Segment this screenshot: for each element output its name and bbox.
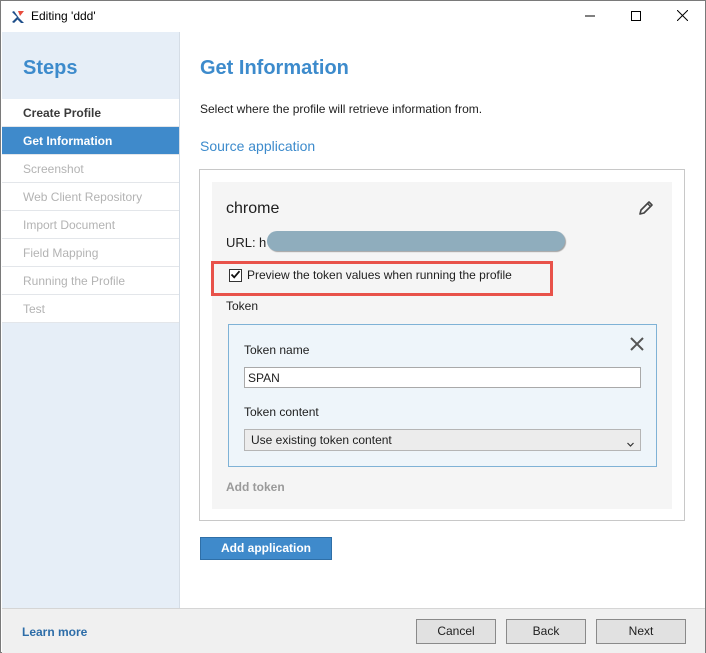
- token-name-label: Token name: [244, 343, 310, 357]
- step-get-information[interactable]: Get Information: [2, 127, 179, 155]
- url-redaction: [267, 231, 565, 251]
- url-label: URL:: [226, 235, 256, 250]
- maximize-button[interactable]: [613, 1, 659, 32]
- token-content-label: Token content: [244, 405, 319, 419]
- preview-token-checkbox[interactable]: [229, 269, 242, 282]
- source-application-box: chrome URL: h Preview the token values w…: [199, 169, 685, 521]
- step-screenshot: Screenshot: [2, 155, 179, 183]
- token-heading: Token: [226, 299, 259, 313]
- add-token-link[interactable]: Add token: [226, 480, 285, 494]
- window-title: Editing 'ddd': [31, 9, 96, 23]
- minimize-icon: [585, 10, 595, 24]
- application-name: chrome: [226, 200, 280, 217]
- preview-token-label[interactable]: Preview the token values when running th…: [247, 268, 512, 282]
- token-name-input[interactable]: [244, 367, 641, 388]
- step-list: Create Profile Get Information Screensho…: [2, 99, 179, 323]
- back-button[interactable]: Back: [506, 619, 586, 644]
- close-window-button[interactable]: [659, 1, 705, 32]
- minimize-button[interactable]: [567, 1, 613, 32]
- next-button[interactable]: Next: [596, 619, 686, 644]
- footer-bar: Learn more Cancel Back Next: [2, 608, 705, 653]
- checkmark-icon: [230, 269, 241, 283]
- step-running-the-profile: Running the Profile: [2, 267, 179, 295]
- application-card: chrome URL: h Preview the token values w…: [211, 182, 672, 509]
- chevron-down-icon: [626, 435, 635, 447]
- token-panel: Token name Token content Use existing to…: [228, 324, 657, 467]
- title-bar: Editing 'ddd': [1, 1, 705, 32]
- maximize-icon: [631, 10, 641, 24]
- step-import-document: Import Document: [2, 211, 179, 239]
- add-application-button[interactable]: Add application: [200, 537, 332, 560]
- page-title: Get Information: [200, 57, 349, 79]
- main-panel: Get Information Select where the profile…: [180, 32, 705, 608]
- token-content-value: Use existing token content: [251, 433, 392, 447]
- app-logo-icon: [10, 9, 26, 25]
- editor-window: Editing 'ddd' Steps Create Profile Get I…: [0, 0, 706, 653]
- cancel-button[interactable]: Cancel: [416, 619, 496, 644]
- steps-title: Steps: [23, 57, 78, 79]
- step-web-client-repository: Web Client Repository: [2, 183, 179, 211]
- close-x-icon[interactable]: [629, 336, 645, 352]
- page-description: Select where the profile will retrieve i…: [200, 102, 483, 116]
- steps-sidebar: Steps Create Profile Get Information Scr…: [2, 32, 180, 608]
- token-content-select[interactable]: Use existing token content: [244, 429, 641, 451]
- pencil-icon[interactable]: [637, 199, 655, 217]
- source-application-label: Source application: [200, 138, 316, 154]
- step-test: Test: [2, 295, 179, 323]
- learn-more-link[interactable]: Learn more: [22, 625, 87, 639]
- step-field-mapping: Field Mapping: [2, 239, 179, 267]
- url-value: h: [259, 235, 267, 250]
- step-create-profile[interactable]: Create Profile: [2, 99, 179, 127]
- close-icon: [676, 9, 688, 24]
